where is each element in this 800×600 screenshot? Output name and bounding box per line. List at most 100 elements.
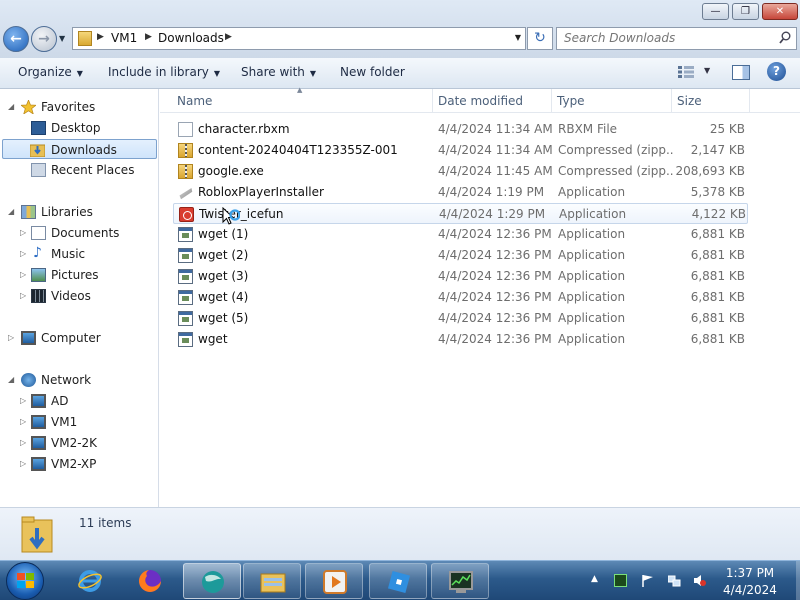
expand-icon[interactable]: ▷: [20, 391, 26, 411]
help-button[interactable]: ?: [767, 62, 786, 81]
nav-documents[interactable]: ▷ Documents: [4, 223, 154, 243]
volume-muted-icon[interactable]: [693, 574, 706, 587]
nav-computer-ad[interactable]: ▷ AD: [4, 391, 154, 411]
breadcrumb-vm1[interactable]: VM1: [111, 31, 137, 45]
nav-recent-places-label: Recent Places: [51, 163, 135, 177]
expand-icon[interactable]: ▷: [20, 433, 26, 453]
file-size: 2,147 KB: [690, 143, 745, 157]
file-row[interactable]: character.rbxm 4/4/2024 11:34 AM RBXM Fi…: [173, 119, 748, 140]
tray-app-icon[interactable]: [614, 574, 627, 587]
collapse-icon[interactable]: ◢: [8, 202, 14, 222]
file-row[interactable]: wget (2) 4/4/2024 12:36 PM Application 6…: [173, 245, 748, 266]
close-button[interactable]: ✕: [762, 3, 798, 20]
file-size: 25 KB: [709, 122, 745, 136]
breadcrumb-downloads[interactable]: Downloads: [158, 31, 224, 45]
nav-computer-vm1[interactable]: ▷ VM1: [4, 412, 154, 432]
back-button[interactable]: ←: [3, 26, 29, 52]
collapse-icon[interactable]: ◢: [8, 97, 14, 117]
nav-libraries[interactable]: ◢ Libraries: [4, 202, 154, 222]
maximize-button[interactable]: ❐: [732, 3, 759, 20]
file-row[interactable]: wget 4/4/2024 12:36 PM Application 6,881…: [173, 329, 748, 350]
nav-videos[interactable]: ▷ Videos: [4, 286, 154, 306]
taskbar-firefox[interactable]: [121, 563, 179, 599]
nav-pictures[interactable]: ▷ Pictures: [4, 265, 154, 285]
nav-computer[interactable]: ▷ Computer: [4, 328, 154, 348]
file-date: 4/4/2024 1:29 PM: [439, 207, 546, 221]
new-folder-button[interactable]: New folder: [340, 65, 405, 79]
address-dropdown-icon[interactable]: ▼: [515, 33, 521, 42]
expand-icon[interactable]: ▷: [20, 454, 26, 474]
nav-music[interactable]: ▷ ♪ Music: [4, 244, 154, 264]
action-center-flag-icon[interactable]: [641, 574, 654, 587]
expand-icon[interactable]: ▷: [20, 223, 26, 243]
breadcrumb-separator-icon[interactable]: ▶: [225, 32, 232, 42]
nav-downloads-label: Downloads: [51, 143, 117, 157]
refresh-button[interactable]: ↻: [527, 27, 553, 50]
nav-libraries-label: Libraries: [41, 205, 93, 219]
search-box[interactable]: [556, 27, 797, 50]
file-row[interactable]: wget (3) 4/4/2024 12:36 PM Application 6…: [173, 266, 748, 287]
file-row[interactable]: google.exe 4/4/2024 11:45 AM Compressed …: [173, 161, 748, 182]
media-player-icon: [323, 570, 347, 594]
taskbar-internet-explorer[interactable]: [61, 563, 119, 599]
start-button[interactable]: [6, 562, 44, 600]
internet-explorer-icon: [78, 570, 102, 592]
search-input[interactable]: [564, 31, 774, 45]
nav-favorites[interactable]: ◢ Favorites: [4, 97, 154, 117]
show-desktop-button[interactable]: [796, 561, 800, 600]
expand-icon[interactable]: ▷: [20, 265, 26, 285]
column-header-type[interactable]: Type: [552, 89, 672, 113]
file-row-hovered[interactable]: Twister_icefun 4/4/2024 1:29 PM Applicat…: [173, 203, 748, 224]
file-size: 6,881 KB: [690, 227, 745, 241]
nav-vm2-2k-label: VM2-2K: [51, 436, 98, 450]
file-row[interactable]: wget (5) 4/4/2024 12:36 PM Application 6…: [173, 308, 748, 329]
file-row[interactable]: wget (4) 4/4/2024 12:36 PM Application 6…: [173, 287, 748, 308]
clock-date[interactable]: 4/4/2024: [706, 583, 794, 597]
show-hidden-icons-icon[interactable]: ▲: [591, 574, 604, 587]
collapse-icon[interactable]: ◢: [8, 370, 14, 390]
minimize-button[interactable]: —: [702, 3, 729, 20]
file-date: 4/4/2024 11:34 AM: [438, 143, 553, 157]
file-date: 4/4/2024 12:36 PM: [438, 332, 552, 346]
taskbar-media-player[interactable]: [305, 563, 363, 599]
taskbar-roblox[interactable]: [369, 563, 427, 599]
expand-icon[interactable]: ▷: [20, 244, 26, 264]
file-row[interactable]: wget (1) 4/4/2024 12:36 PM Application 6…: [173, 224, 748, 245]
nav-computer-vm2-2k[interactable]: ▷ VM2-2K: [4, 433, 154, 453]
expand-icon[interactable]: ▷: [20, 286, 26, 306]
taskbar-active-app[interactable]: [183, 563, 241, 599]
navigation-pane: ◢ Favorites Desktop Downloads Recent Pla…: [0, 89, 159, 507]
breadcrumb-separator-icon[interactable]: ▶: [145, 32, 152, 42]
file-name: wget (5): [198, 311, 249, 325]
recent-pages-dropdown-icon[interactable]: ▼: [59, 34, 65, 43]
network-status-icon[interactable]: [668, 574, 681, 587]
nav-desktop[interactable]: Desktop: [4, 118, 154, 138]
expand-icon[interactable]: ▷: [20, 412, 26, 432]
organize-menu[interactable]: Organize ▼: [18, 65, 83, 79]
share-with-menu[interactable]: Share with ▼: [241, 65, 316, 79]
share-with-label: Share with: [241, 65, 305, 79]
column-header-date-modified[interactable]: Date modified: [433, 89, 552, 113]
file-row[interactable]: RobloxPlayerInstaller 4/4/2024 1:19 PM A…: [173, 182, 748, 203]
address-bar[interactable]: ▶ VM1 ▶ Downloads ▶ ▼: [72, 27, 526, 50]
search-icon[interactable]: [779, 31, 791, 44]
file-type: Application: [558, 290, 626, 304]
nav-network-label: Network: [41, 373, 92, 387]
breadcrumb-separator-icon[interactable]: ▶: [97, 32, 104, 42]
include-in-library-menu[interactable]: Include in library ▼: [108, 65, 220, 79]
taskbar-task-manager[interactable]: [431, 563, 489, 599]
change-view-button[interactable]: ▼: [678, 65, 722, 81]
clock-time[interactable]: 1:37 PM: [706, 566, 794, 580]
nav-recent-places[interactable]: Recent Places: [4, 160, 154, 180]
expand-icon[interactable]: ▷: [8, 328, 14, 348]
column-header-size[interactable]: Size: [672, 89, 750, 113]
preview-pane-button[interactable]: [732, 65, 750, 80]
column-header-name[interactable]: Name: [172, 89, 433, 113]
file-row[interactable]: content-20240404T123355Z-001 4/4/2024 11…: [173, 140, 748, 161]
nav-downloads[interactable]: Downloads: [2, 139, 157, 159]
nav-computer-vm2-xp[interactable]: ▷ VM2-XP: [4, 454, 154, 474]
nav-network[interactable]: ◢ Network: [4, 370, 154, 390]
forward-button[interactable]: →: [31, 26, 57, 52]
details-pane: 11 items: [0, 507, 800, 560]
taskbar-windows-explorer[interactable]: [243, 563, 301, 599]
